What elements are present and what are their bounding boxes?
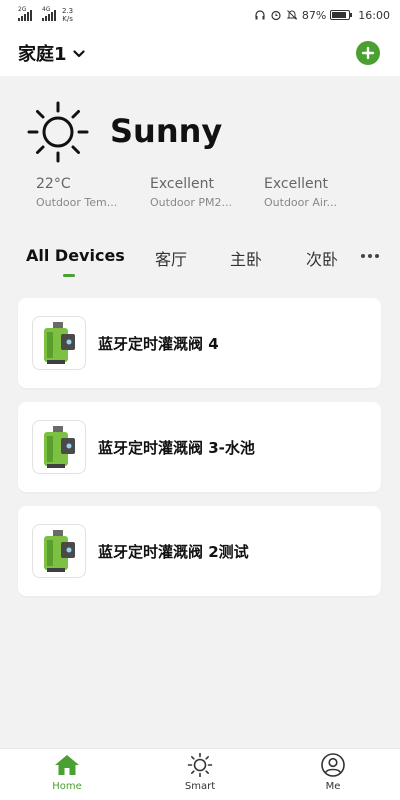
nav-me[interactable]: Me <box>293 753 373 792</box>
status-left: 2G 4G 2.3 K/s <box>18 6 73 23</box>
headphones-icon <box>254 9 266 21</box>
add-device-button[interactable] <box>356 41 380 65</box>
nav-smart[interactable]: Smart <box>160 753 240 792</box>
signal-icon-sim2: 4G <box>42 6 56 21</box>
battery-percent: 87% <box>301 8 327 22</box>
weather-label: Outdoor Tem... <box>36 196 118 209</box>
weather-value: Excellent <box>150 176 214 192</box>
weather-item-temperature: 22°C Outdoor Tem... <box>36 176 146 209</box>
irrigation-valve-icon <box>32 524 86 578</box>
weather-panel: Sunny 22°C Outdoor Tem... Excellent Outd… <box>0 76 400 226</box>
bottom-nav: Home Smart Me <box>0 748 400 800</box>
chevron-down-icon <box>72 43 85 64</box>
device-card[interactable]: 蓝牙定时灌溉阀 2测试 <box>18 506 381 596</box>
status-bar: 2G 4G 2.3 K/s 87% 16:00 <box>0 0 400 30</box>
network-speed-value: 2.3 <box>62 7 74 15</box>
nav-label: Smart <box>184 781 216 792</box>
tab-master-bedroom[interactable]: 主卧 <box>230 246 262 270</box>
signal-icon-sim1: 2G <box>18 6 32 21</box>
app-header: 家庭1 <box>0 30 400 76</box>
weather-label: Outdoor Air... <box>264 196 337 209</box>
weather-value: Excellent <box>264 176 328 192</box>
tab-all-devices[interactable]: All Devices <box>26 246 125 265</box>
alarm-icon <box>270 9 282 21</box>
network-speed-unit: K/s <box>62 15 73 23</box>
weather-item-air-quality: Excellent Outdoor Air... <box>264 176 374 209</box>
device-card[interactable]: 蓝牙定时灌溉阀 3-水池 <box>18 402 381 492</box>
nav-label: Home <box>52 781 82 792</box>
tab-living-room[interactable]: 客厅 <box>155 246 187 270</box>
device-card[interactable]: 蓝牙定时灌溉阀 4 <box>18 298 381 388</box>
weather-label: Outdoor PM2... <box>150 196 233 209</box>
more-icon[interactable] <box>356 248 384 264</box>
nav-label: Me <box>325 781 341 792</box>
home-icon <box>55 755 79 775</box>
network-speed: 2.3 K/s <box>62 7 73 23</box>
weather-value: 22°C <box>36 176 71 192</box>
nav-home[interactable]: Home <box>27 753 107 792</box>
plus-icon <box>361 46 375 60</box>
weather-item-pm25: Excellent Outdoor PM2... <box>150 176 260 209</box>
irrigation-valve-icon <box>32 420 86 474</box>
clock: 16:00 <box>358 8 390 22</box>
weather-condition: Sunny <box>110 112 223 150</box>
battery-icon <box>330 10 353 20</box>
sun-icon <box>187 753 213 777</box>
sim2-network-type: 4G <box>42 6 51 13</box>
battery-fill <box>332 12 347 18</box>
user-icon <box>321 753 345 777</box>
device-name: 蓝牙定时灌溉阀 3-水池 <box>98 438 255 457</box>
mute-icon <box>286 9 298 21</box>
room-tabs: All Devices 客厅 主卧 次卧 <box>0 238 400 278</box>
device-name: 蓝牙定时灌溉阀 4 <box>98 334 219 353</box>
device-name: 蓝牙定时灌溉阀 2测试 <box>98 542 249 561</box>
active-tab-indicator <box>63 274 75 277</box>
home-selector[interactable]: 家庭1 <box>18 40 85 66</box>
tab-second-bedroom[interactable]: 次卧 <box>306 246 338 270</box>
home-name: 家庭1 <box>18 44 67 65</box>
sim1-network-type: 2G <box>18 6 27 13</box>
irrigation-valve-icon <box>32 316 86 370</box>
status-right: 87% 16:00 <box>254 9 390 22</box>
sun-icon <box>26 100 90 164</box>
